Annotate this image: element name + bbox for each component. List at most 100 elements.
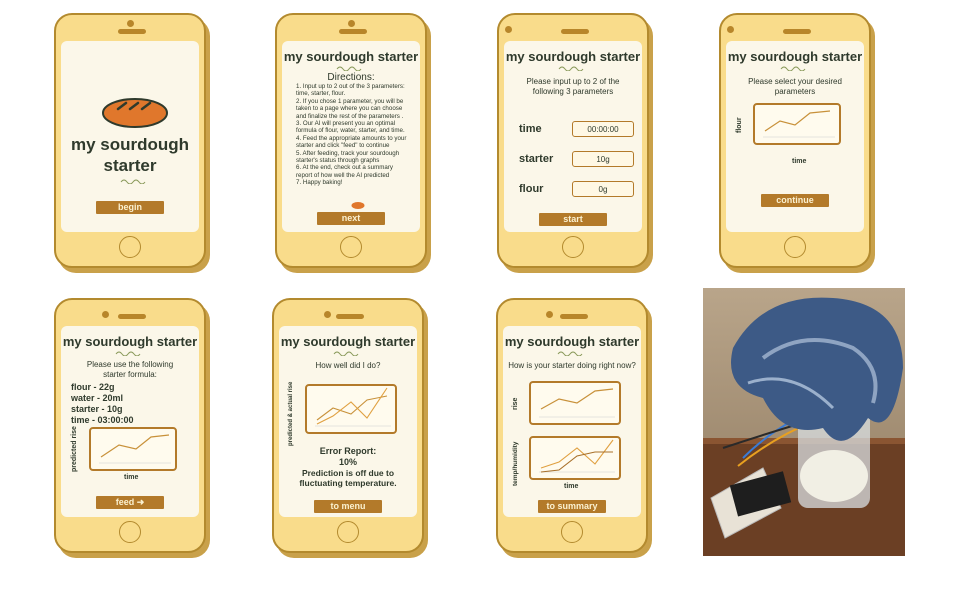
phone-welcome: my sourdough starter begin xyxy=(54,13,206,268)
chart-line xyxy=(99,434,171,464)
starter-label: starter xyxy=(519,153,554,165)
app-title: my sourdough starter xyxy=(505,49,641,64)
formula-item: water - 20ml xyxy=(71,393,124,403)
time-input[interactable]: 00:00:00 xyxy=(572,121,634,137)
app-title: my sourdough starter xyxy=(504,334,640,349)
squiggle-decoration xyxy=(557,351,583,356)
direction-item: 3. Our AI will present you an optimal fo… xyxy=(296,120,405,135)
error-title: Error Report: xyxy=(319,446,377,456)
sourdough-jar-image xyxy=(703,288,905,556)
phone-parameters: my sourdough starter Please input up to … xyxy=(497,13,649,268)
phone-formula: my sourdough starter Please use the foll… xyxy=(54,298,206,553)
directions-heading: Directions: xyxy=(327,72,375,83)
camera-icon xyxy=(546,311,553,318)
home-button[interactable] xyxy=(337,521,359,543)
direction-item: 5. After feeding, track your sourdough s… xyxy=(296,149,400,165)
bread-icon xyxy=(102,98,168,128)
phone-directions: my sourdough starter Directions: 1. Inpu… xyxy=(275,13,427,268)
direction-item: 1. Input up to 2 out of the 3 parameters… xyxy=(296,83,405,98)
direction-item: 7. Happy baking! xyxy=(296,179,343,187)
predicted-actual-chart xyxy=(305,384,397,434)
squiggle-decoration xyxy=(558,66,584,71)
phone-tracking: my sourdough starter How is your starter… xyxy=(496,298,648,553)
speaker-icon xyxy=(561,29,589,34)
formula-screen: my sourdough starter Please use the foll… xyxy=(61,326,199,517)
app-title: my sourdough starter xyxy=(70,135,190,175)
chart-line xyxy=(763,110,835,138)
home-button[interactable] xyxy=(340,236,362,258)
parameters-screen: my sourdough starter Please input up to … xyxy=(504,41,642,232)
feed-button[interactable]: feed ➜ xyxy=(96,496,164,509)
squiggle-decoration xyxy=(336,66,362,71)
tracking-screen: my sourdough starter How is your starter… xyxy=(503,326,641,517)
select-screen: my sourdough starter Please select your … xyxy=(726,41,864,232)
flour-label: flour xyxy=(519,183,544,195)
squiggle-decoration xyxy=(333,351,359,356)
tracking-prompt: How is your starter doing right now? xyxy=(508,361,636,370)
formula-item: flour - 22g xyxy=(71,382,115,392)
formula-prompt: Please use the following starter formula… xyxy=(86,360,174,379)
x-axis-label: time xyxy=(124,474,139,481)
summary-prompt: How well did I do? xyxy=(315,361,381,370)
speaker-icon xyxy=(118,29,146,34)
formula-item: starter - 10g xyxy=(71,404,123,414)
continue-button[interactable]: continue xyxy=(761,194,829,207)
starter-input[interactable]: 10g xyxy=(572,151,634,167)
welcome-screen: my sourdough starter begin xyxy=(61,41,199,232)
speaker-icon xyxy=(339,29,367,34)
squiggle-decoration xyxy=(780,66,806,71)
y-axis-label-rise: rise xyxy=(512,397,519,410)
app-title: my sourdough starter xyxy=(283,49,419,64)
to-menu-button[interactable]: to menu xyxy=(314,500,382,513)
chart-lines xyxy=(315,387,391,427)
x-axis-label: time xyxy=(792,158,807,165)
bread-icon xyxy=(351,202,365,209)
formula-item: time - 03:00:00 xyxy=(71,415,134,425)
home-button[interactable] xyxy=(119,236,141,258)
summary-screen: my sourdough starter How well did I do? … xyxy=(279,326,417,517)
speaker-icon xyxy=(783,29,811,34)
app-title: my sourdough starter xyxy=(280,334,416,349)
sourdough-jar-photo xyxy=(703,288,905,556)
camera-icon xyxy=(102,311,109,318)
time-label: time xyxy=(519,123,542,135)
speaker-icon xyxy=(336,314,364,319)
directions-screen: my sourdough starter Directions: 1. Inpu… xyxy=(282,41,420,232)
app-title: my sourdough starter xyxy=(62,334,198,349)
parameters-prompt: Please input up to 2 of the following 3 … xyxy=(526,77,620,96)
y-axis-label-temp-humidity: temp/humidity xyxy=(512,441,519,486)
direction-item: 2. If you chose 1 parameter, you will be… xyxy=(296,97,404,120)
home-button[interactable] xyxy=(561,521,583,543)
chart-lines xyxy=(539,439,615,473)
camera-icon xyxy=(727,26,734,33)
phone-select-parameters: my sourdough starter Please select your … xyxy=(719,13,871,268)
speaker-icon xyxy=(560,314,588,319)
flour-chart[interactable] xyxy=(753,103,841,145)
squiggle-decoration xyxy=(115,351,141,356)
error-value: 10% xyxy=(338,457,357,467)
squiggle-decoration xyxy=(120,179,146,184)
error-note: Prediction is off due to fluctuating tem… xyxy=(299,468,397,488)
chart-line xyxy=(539,388,615,418)
home-button[interactable] xyxy=(784,236,806,258)
directions-list: 1. Input up to 2 out of the 3 parameters… xyxy=(282,83,420,187)
direction-item: 6. At the end, check out a summary repor… xyxy=(296,164,393,179)
flour-input[interactable]: 0g xyxy=(572,181,634,197)
camera-icon xyxy=(505,26,512,33)
home-button[interactable] xyxy=(562,236,584,258)
camera-icon xyxy=(324,311,331,318)
temp-humidity-chart xyxy=(529,436,621,480)
start-button[interactable]: start xyxy=(539,213,607,226)
formula-list: flour - 22g water - 20ml starter - 10g t… xyxy=(61,382,199,426)
y-axis-label: flour xyxy=(736,117,743,133)
begin-button[interactable]: begin xyxy=(96,201,164,214)
phone-summary: my sourdough starter How well did I do? … xyxy=(272,298,424,553)
next-button[interactable]: next xyxy=(317,212,385,225)
app-title: my sourdough starter xyxy=(727,49,863,64)
y-axis-label: predicted rise xyxy=(71,426,78,472)
y-axis-label: predicted & actual rise xyxy=(288,381,294,446)
camera-icon xyxy=(348,20,355,27)
home-button[interactable] xyxy=(119,521,141,543)
to-summary-button[interactable]: to summary xyxy=(538,500,606,513)
arrow-right-icon: ➜ xyxy=(136,497,145,507)
